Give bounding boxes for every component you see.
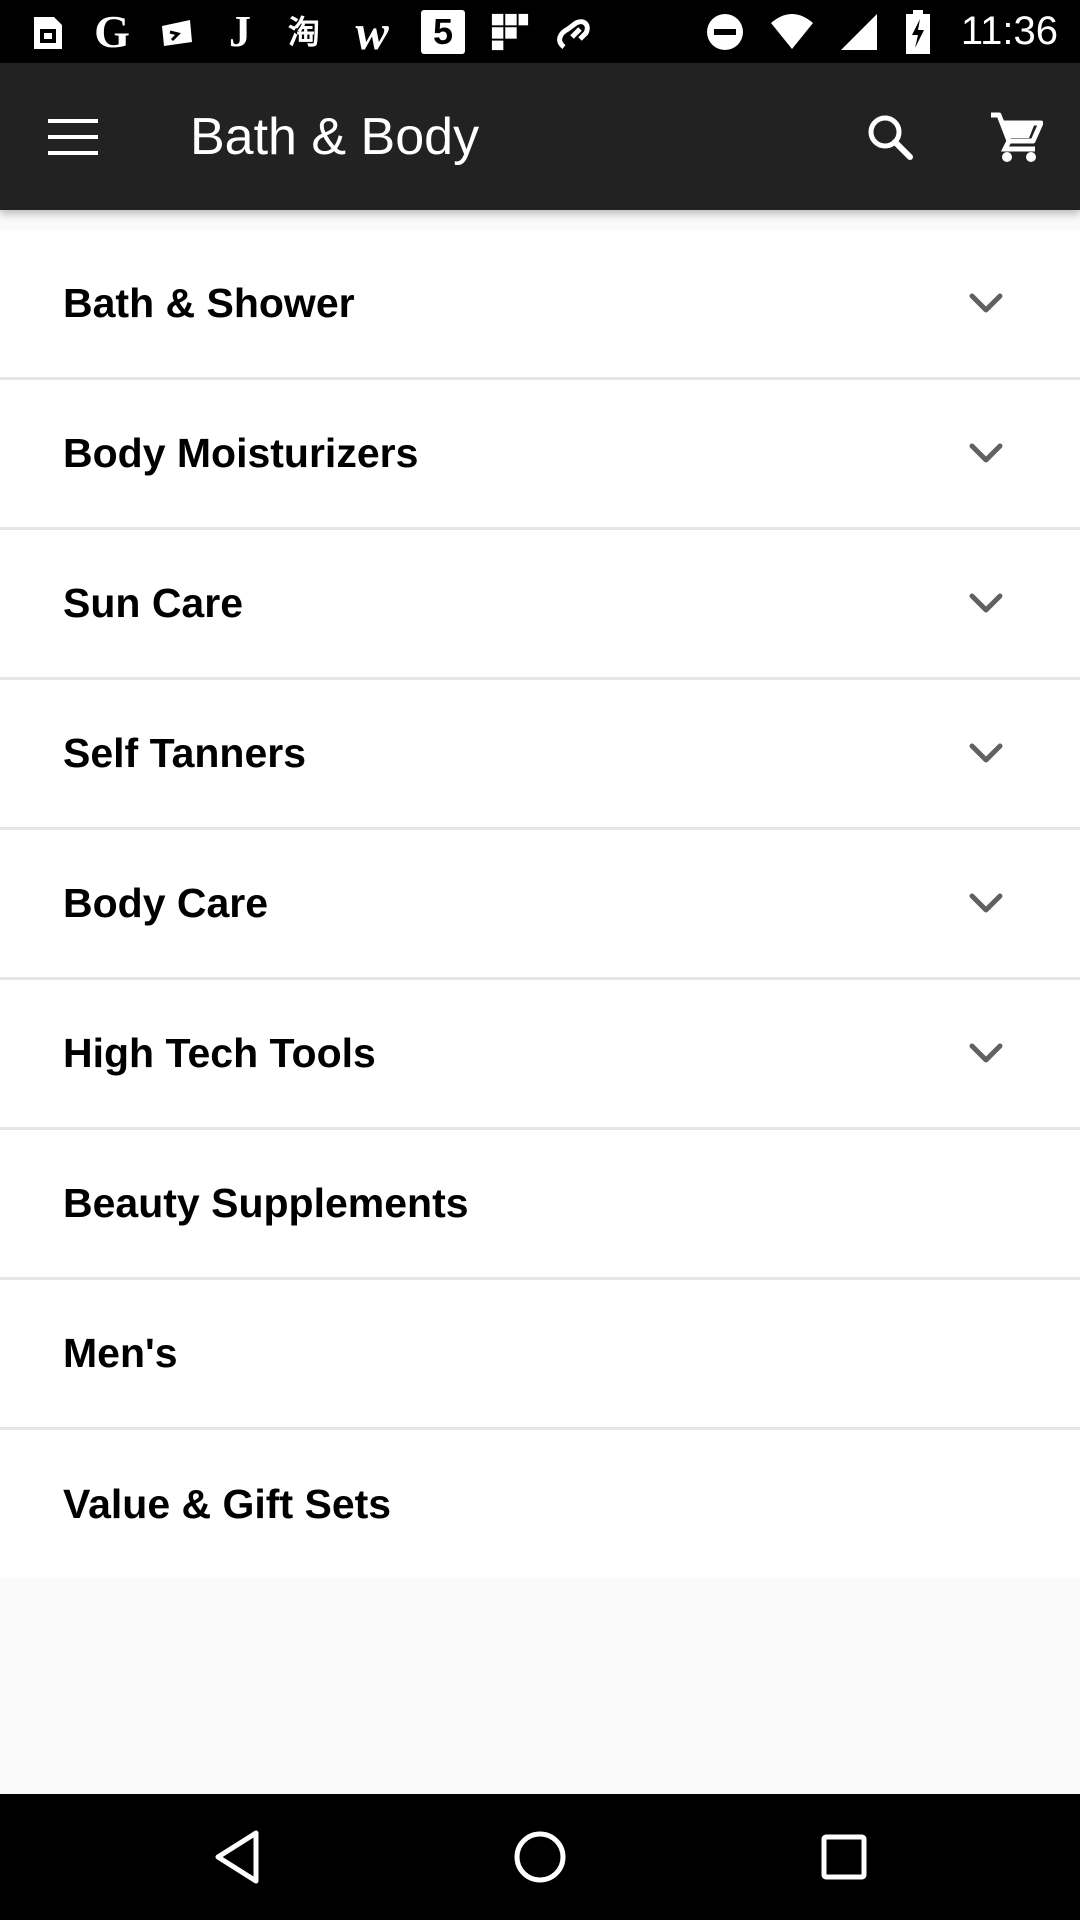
back-icon — [215, 1830, 259, 1884]
menu-button[interactable] — [32, 101, 114, 173]
battery-charging-icon — [903, 9, 933, 54]
sim-card-icon — [28, 10, 68, 54]
system-icons: 11:36 — [705, 0, 1058, 63]
google-icon: G — [94, 5, 130, 57]
wifi-icon — [769, 10, 815, 54]
do-not-disturb-icon — [705, 10, 745, 54]
calendar-5-icon: 5 — [420, 9, 466, 54]
category-label: Beauty Supplements — [63, 1180, 469, 1226]
chevron-down-icon[interactable] — [962, 730, 1010, 778]
app-bar: Bath & Body — [0, 63, 1080, 210]
category-label: Self Tanners — [63, 730, 307, 776]
w-icon: w — [355, 3, 389, 60]
calendar-5-glyph: 5 — [421, 9, 465, 54]
chevron-down-icon[interactable] — [962, 430, 1010, 478]
category-label: Men's — [63, 1330, 178, 1376]
category-item[interactable]: Body Care — [0, 830, 1080, 980]
category-item[interactable]: Value & Gift Sets — [0, 1430, 1080, 1578]
category-item[interactable]: Sun Care — [0, 530, 1080, 680]
chevron-down-icon[interactable] — [962, 280, 1010, 328]
category-label: Bath & Shower — [63, 280, 355, 326]
cart-button[interactable] — [976, 101, 1056, 173]
home-icon — [514, 1831, 566, 1883]
category-label: Body Moisturizers — [63, 430, 419, 476]
page-title: Bath & Body — [190, 107, 480, 166]
category-label: Value & Gift Sets — [63, 1480, 392, 1527]
status-bar: G J 淘 w 5 11:36 — [0, 0, 1080, 63]
recents-button[interactable] — [799, 1812, 889, 1902]
category-label: High Tech Tools — [63, 1030, 376, 1076]
grid-icon — [490, 10, 530, 54]
chevron-down-icon[interactable] — [962, 1030, 1010, 1078]
recents-icon — [821, 1834, 867, 1880]
home-button[interactable] — [495, 1812, 585, 1902]
category-item[interactable]: High Tech Tools — [0, 980, 1080, 1130]
signal-icon — [839, 10, 879, 54]
category-item[interactable]: Self Tanners — [0, 680, 1080, 830]
category-item[interactable]: Bath & Shower — [0, 230, 1080, 380]
search-button[interactable] — [852, 101, 928, 173]
bag-icon — [156, 10, 196, 54]
category-label: Sun Care — [63, 580, 243, 626]
j-icon: J — [229, 6, 251, 56]
taobao-icon: 淘 — [287, 13, 320, 50]
category-item[interactable]: Beauty Supplements — [0, 1130, 1080, 1280]
navigation-bar — [0, 1794, 1080, 1920]
chevron-down-icon[interactable] — [962, 580, 1010, 628]
notification-icons: G J 淘 w 5 — [28, 0, 594, 63]
search-icon — [868, 115, 913, 160]
category-item[interactable]: Body Moisturizers — [0, 380, 1080, 530]
menu-icon — [48, 119, 98, 155]
chevron-down-icon[interactable] — [962, 880, 1010, 928]
link-icon — [554, 10, 594, 54]
category-label: Body Care — [63, 880, 269, 926]
back-button[interactable] — [192, 1812, 282, 1902]
clock: 11:36 — [960, 9, 1058, 53]
cart-icon — [991, 112, 1043, 162]
category-list: Bath & Shower Body Moisturizers Sun Care… — [0, 230, 1080, 1578]
category-item[interactable]: Men's — [0, 1280, 1080, 1430]
